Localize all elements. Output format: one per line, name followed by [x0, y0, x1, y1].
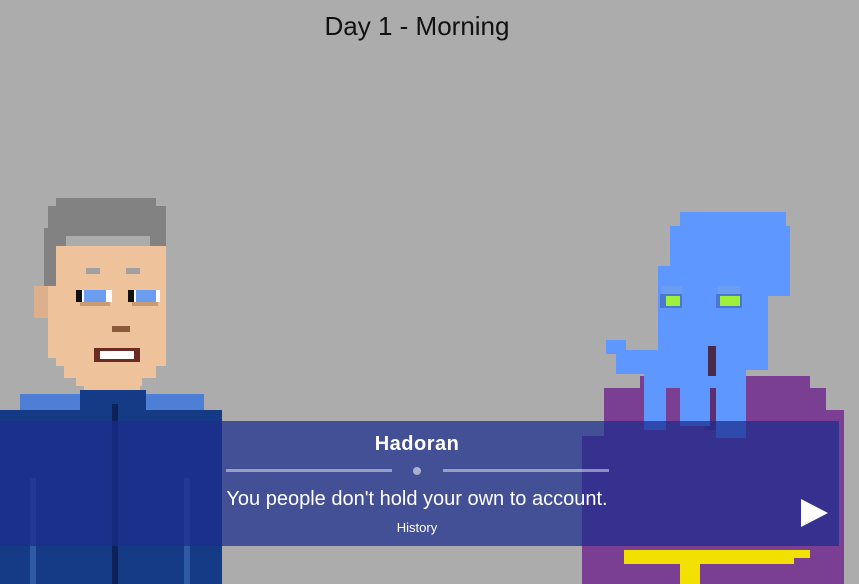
game-scene: Day 1 - Morning Hadoran You people don't…: [0, 0, 859, 584]
speaker-name: Hadoran: [374, 433, 460, 455]
history-button-row: History: [0, 520, 834, 535]
divider-line-left: [226, 469, 392, 472]
divider-line-right: [443, 469, 609, 472]
dialogue-box[interactable]: Hadoran You people don't hold your own t…: [0, 421, 839, 546]
next-dialogue-button[interactable]: [798, 497, 830, 529]
play-triangle-icon: [801, 499, 828, 527]
name-divider: [226, 467, 609, 475]
day-time-title: Day 1 - Morning: [324, 11, 510, 41]
divider-dot: [413, 467, 421, 475]
dialogue-text: You people don't hold your own to accoun…: [226, 488, 608, 510]
history-button[interactable]: History: [397, 520, 437, 535]
